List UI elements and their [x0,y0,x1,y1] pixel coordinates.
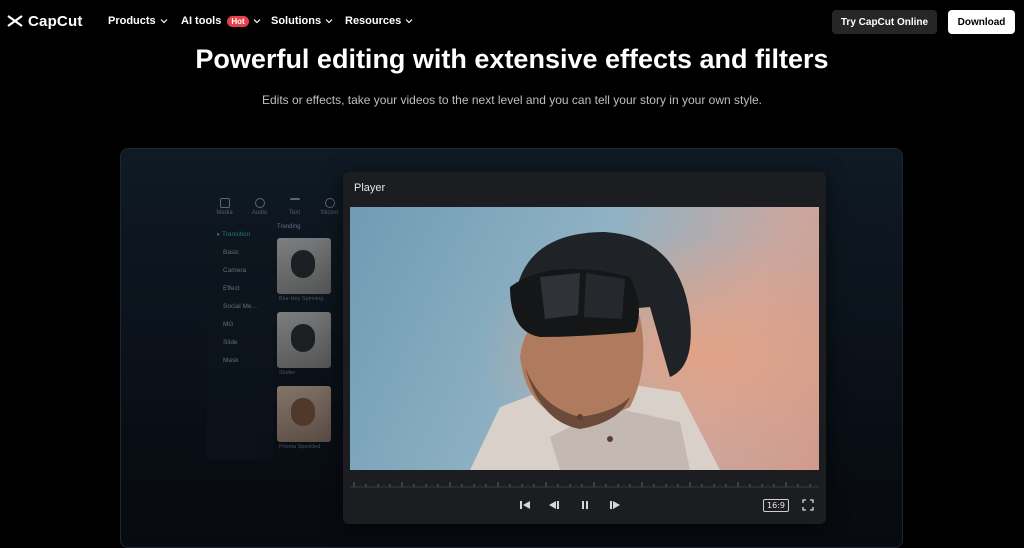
category-item[interactable]: MG [223,321,273,328]
skip-back-button[interactable] [518,498,532,512]
editor-preview: Media Audio Text Sticker ▸ Transition Ba… [207,190,347,460]
chevron-down-icon [405,19,413,24]
player-window: Player 16:9 [343,172,826,524]
page-subtitle: Edits or effects, take your videos to th… [261,93,763,107]
fullscreen-icon[interactable] [802,499,814,511]
menu-solutions-label: Solutions [271,15,322,27]
media-icon [219,198,230,208]
menu-ai-tools-label: AI tools [181,15,222,27]
editor-categories: ▸ Transition Basic Camera Effect Social … [207,224,273,460]
effect-thumbnail-label: Blur-Hey Spinning [279,296,324,302]
tab-media-label: Media [216,210,233,216]
effect-thumbnail[interactable] [277,238,331,294]
tab-media[interactable]: Media [207,190,242,216]
pause-icon [582,501,588,509]
menu-products[interactable]: Products [108,15,168,27]
category-item[interactable]: Social Me... [223,303,273,310]
effect-thumbnail[interactable] [277,386,331,442]
menu-ai-tools[interactable]: AI tools Hot [181,15,261,27]
video-preview[interactable] [350,207,819,470]
category-item[interactable]: Mask [223,357,273,364]
try-capcut-online-button[interactable]: Try CapCut Online [832,10,937,34]
step-back-icon [549,501,559,509]
step-forward-button[interactable] [608,498,622,512]
category-item[interactable]: Camera [223,267,273,274]
editor-tabs: Media Audio Text Sticker [207,190,347,216]
category-item[interactable]: Basic [223,249,273,256]
brand-logo[interactable]: CapCut [6,12,83,30]
aspect-ratio-button[interactable]: 16:9 [763,499,789,512]
thumbnail-image [291,250,315,278]
timeline-ruler[interactable] [350,479,819,489]
trending-label: Trending [277,224,301,230]
category-item[interactable]: Slide [223,339,273,346]
tab-audio-label: Audio [251,210,268,216]
tab-audio[interactable]: Audio [242,190,277,216]
step-forward-icon [610,501,620,509]
page-title: Powerful editing with extensive effects … [195,44,829,74]
pause-button[interactable] [578,498,592,512]
chevron-down-icon [325,19,333,24]
tab-text[interactable]: Text [277,190,312,216]
player-title: Player [354,182,386,194]
category-transition-label: Transition [221,231,251,238]
step-back-button[interactable] [547,498,561,512]
capcut-logo-icon [7,15,23,27]
audio-icon [254,198,265,208]
menu-products-label: Products [108,15,156,27]
effect-thumbnail[interactable] [277,312,331,368]
thumbnail-image [291,324,315,352]
tab-text-label: Text [288,210,300,216]
tab-sticker-label: Sticker [320,210,339,216]
hot-badge: Hot [227,15,249,27]
effect-thumbnail-label: Stutter [279,370,296,376]
category-item[interactable]: Effect [223,285,273,292]
effect-thumbnail-label: Prisma Speckled [279,444,321,450]
download-button[interactable]: Download [948,10,1015,34]
chevron-down-icon [253,19,261,24]
player-controls: 16:9 [343,498,826,514]
category-transition[interactable]: ▸ Transition [217,230,273,238]
video-frame-image [350,207,819,470]
tab-sticker[interactable]: Sticker [312,190,347,216]
menu-solutions[interactable]: Solutions [271,15,333,27]
top-navbar: CapCut Products AI tools Hot Solutions R… [0,0,1024,44]
chevron-down-icon [160,19,168,24]
sticker-icon [324,198,335,208]
menu-resources[interactable]: Resources [345,15,413,27]
thumbnail-image [291,398,315,426]
skip-back-icon [520,501,530,509]
text-icon [289,198,300,208]
menu-resources-label: Resources [345,15,402,27]
brand-name: CapCut [28,12,83,30]
